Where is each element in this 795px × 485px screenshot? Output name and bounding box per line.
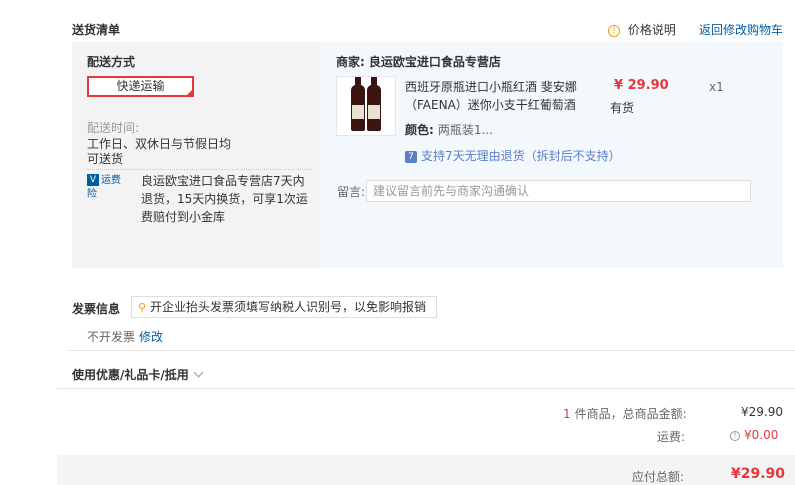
selected-corner-icon (186, 89, 193, 96)
delivery-time-line2: 可送货 (87, 152, 124, 166)
payable-total: ¥29.90 (731, 466, 786, 482)
divider (87, 169, 311, 170)
product-title[interactable]: 西班牙原瓶进口小瓶红酒 斐安娜 （FAENA）迷你小支干红葡萄酒 (405, 78, 585, 114)
note-input[interactable]: 建议留言前先与商家沟通确认 (366, 180, 751, 202)
insurance-icon: V (87, 174, 99, 186)
express-shipping-option[interactable]: 快递运输 (87, 76, 194, 97)
divider (68, 350, 795, 351)
product-quantity: x1 (709, 80, 724, 94)
goods-total: ¥29.90 (741, 405, 783, 419)
note-placeholder: 建议留言前先与商家沟通确认 (373, 184, 530, 198)
product-title-line: 西班牙原瓶进口小瓶红酒 斐安娜 (405, 80, 577, 94)
shipping-fee-value: ¥0.00 (744, 428, 779, 442)
discount-title: 使用优惠/礼品卡/抵用 (72, 368, 189, 382)
price-note-label: 价格说明 (627, 23, 676, 37)
invoice-tip-text: 开企业抬头发票须填写纳税人识别号，以免影响报销 (150, 300, 427, 314)
goods-count: 1 件商品，总商品金额: (563, 405, 687, 422)
product-image[interactable] (336, 76, 396, 136)
insurance-description: 良运欧宝进口食品专营店7天内 退货，15天内换货，可享1次运 费赔付到小金库 (141, 172, 308, 226)
shop-name-value: 良运欧宝进口食品专营店 (368, 55, 501, 69)
checkout-page: 送货清单 ! 价格说明 返回修改购物车 配送方式 快递运输 配送时间: 工作日、… (0, 0, 795, 485)
delivery-time-label: 配送时间: (87, 121, 140, 135)
goods-count-number: 1 (563, 407, 571, 421)
bottle-graphic (367, 77, 381, 131)
color-value: 两瓶装1... (437, 123, 493, 137)
return-icon: 7 (405, 150, 417, 163)
invoice-tip: ⚲ 开企业抬头发票须填写纳税人识别号，以免影响报销 (131, 296, 437, 318)
return-policy: 7 支持7天无理由退货（拆封后不支持） (405, 147, 621, 164)
invoice-title: 发票信息 (72, 302, 121, 316)
stock-status: 有货 (610, 101, 635, 115)
payable-label: 应付总额: (632, 470, 685, 484)
express-shipping-label: 快递运输 (116, 79, 165, 93)
shipping-label: 运费: (657, 430, 686, 444)
info-icon[interactable]: ! (730, 430, 740, 441)
invoice-modify-link[interactable]: 修改 (139, 328, 163, 345)
chevron-down-icon (193, 367, 204, 378)
shipping-insurance-badge: V 运费险 (87, 174, 129, 200)
insurance-line: 退货，15天内换货，可享1次运 (141, 192, 308, 206)
payable-bar (57, 455, 795, 485)
insurance-line: 费赔付到小金库 (141, 210, 226, 224)
product-title-line: （FAENA）迷你小支干红葡萄酒 (405, 98, 576, 112)
discount-toggle[interactable]: 使用优惠/礼品卡/抵用 (72, 366, 204, 383)
color-label: 颜色: (405, 123, 434, 137)
return-policy-label: 支持7天无理由退货（拆封后不支持） (421, 149, 621, 163)
price-note-link[interactable]: ! 价格说明 (608, 21, 676, 38)
note-label: 留言: (337, 185, 366, 199)
shop-name: 商家: 良运欧宝进口食品专营店 (336, 53, 501, 70)
invoice-value: 不开发票 (87, 330, 136, 344)
delivery-method-label: 配送方式 (87, 55, 136, 69)
shop-name-label: 商家: (336, 55, 365, 69)
goods-count-text: 件商品，总商品金额: (574, 407, 687, 421)
product-color: 颜色: 两瓶装1... (405, 121, 493, 138)
insurance-line: 良运欧宝进口食品专营店7天内 (141, 174, 305, 188)
section-title: 送货清单 (72, 23, 121, 37)
product-price: ¥ 29.90 (614, 78, 669, 93)
info-icon: ! (608, 24, 620, 37)
shipping-fee: ! ¥0.00 (730, 428, 778, 442)
back-to-cart-link[interactable]: 返回修改购物车 (699, 21, 783, 38)
bottle-graphic (351, 77, 365, 131)
divider (57, 388, 795, 389)
location-pin-icon: ⚲ (138, 300, 147, 314)
